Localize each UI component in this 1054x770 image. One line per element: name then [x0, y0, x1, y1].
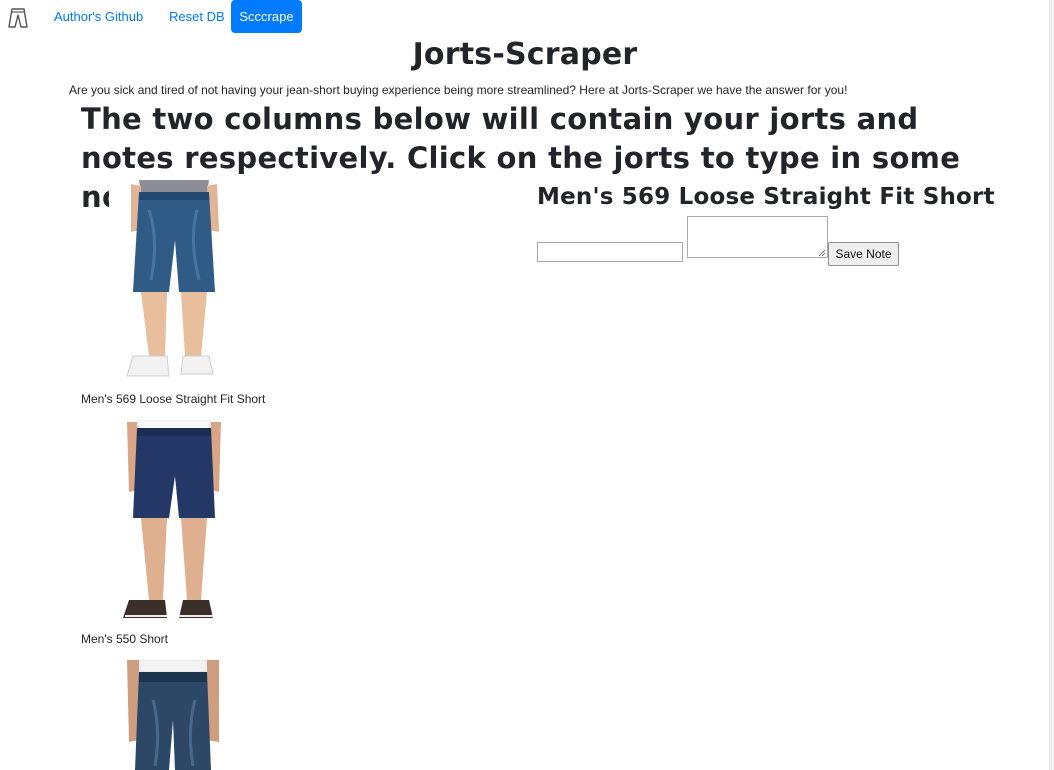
page: Author's Github Reset DB Scccrape Jorts-…: [0, 0, 1054, 770]
navbar: Author's Github Reset DB Scccrape: [0, 0, 1040, 34]
jort-caption[interactable]: Men's 550 Short: [81, 631, 168, 647]
jort-image[interactable]: [109, 660, 239, 770]
scrollbar[interactable]: [1049, 0, 1054, 770]
jort-card[interactable]: [81, 660, 301, 770]
jort-caption[interactable]: Men's 569 Loose Straight Fit Short: [81, 391, 265, 407]
note-title: Men's 569 Loose Straight Fit Short: [537, 184, 995, 210]
jort-image[interactable]: [109, 180, 239, 388]
save-note-button[interactable]: Save Note: [828, 242, 899, 266]
jort-image[interactable]: [109, 420, 239, 628]
note-title-input[interactable]: [537, 242, 683, 262]
jort-card[interactable]: Men's 550 Short: [81, 420, 301, 650]
jorts-icon[interactable]: [8, 7, 28, 29]
intro-text: Are you sick and tired of not having you…: [69, 83, 848, 97]
scrape-button[interactable]: Scccrape: [231, 0, 302, 33]
page-title: Jorts-Scraper: [412, 37, 638, 72]
note-body-textarea[interactable]: [687, 216, 828, 258]
reset-db-link[interactable]: Reset DB: [169, 9, 225, 24]
resize-handle-icon[interactable]: [817, 248, 826, 257]
authors-github-link[interactable]: Author's Github: [54, 9, 143, 24]
jort-card[interactable]: Men's 569 Loose Straight Fit Short: [81, 180, 301, 410]
